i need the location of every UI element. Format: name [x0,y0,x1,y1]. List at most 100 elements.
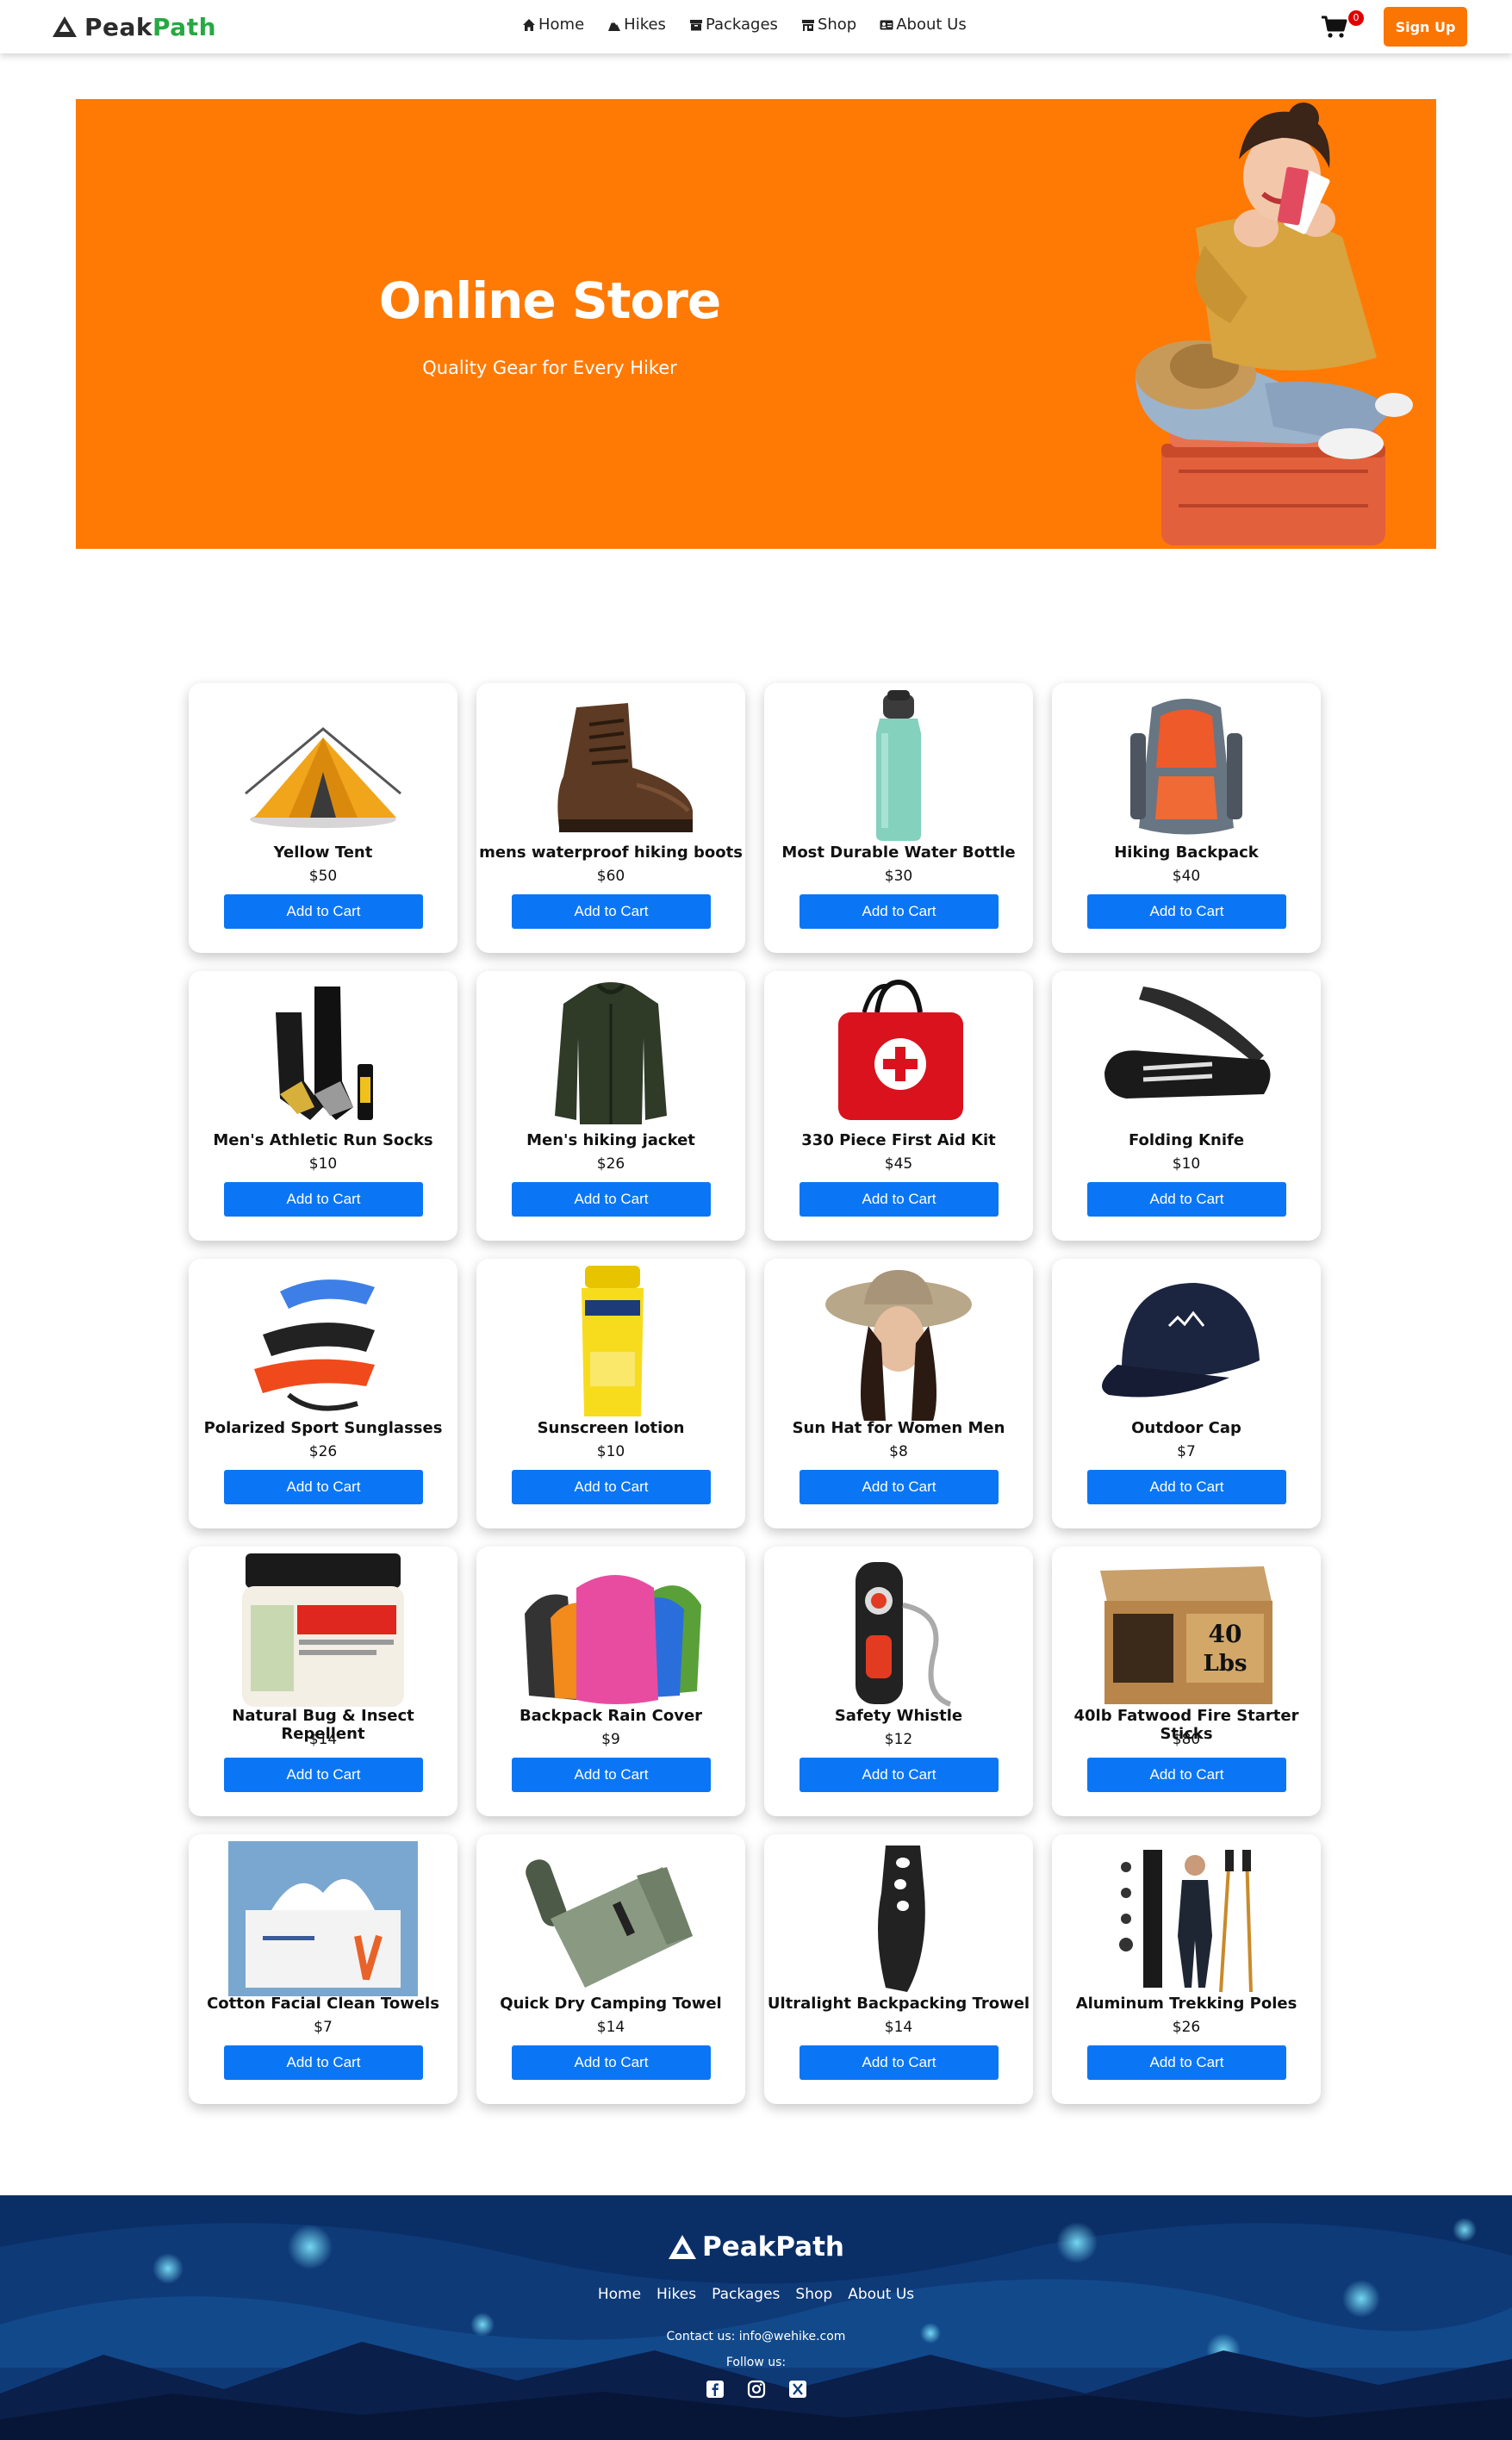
product-price: $7 [314,2019,333,2036]
add-to-cart-button[interactable]: Add to Cart [512,1758,711,1792]
product-price: $50 [308,868,338,885]
add-to-cart-button[interactable]: Add to Cart [1087,1758,1286,1792]
add-to-cart-button[interactable]: Add to Cart [1087,894,1286,929]
product-price: $7 [1177,1443,1196,1460]
product-name: mens waterproof hiking boots [479,843,743,862]
footer-link-about[interactable]: About Us [848,2286,914,2303]
cart-button[interactable]: 0 [1321,10,1364,41]
x-icon[interactable] [788,2380,807,2399]
first-aid-icon [838,979,963,1120]
add-to-cart-button[interactable]: Add to Cart [800,894,999,929]
tissue-box-icon [228,1841,418,1996]
product-name: Hiking Backpack [1114,843,1259,862]
cap-icon [1102,1283,1260,1397]
top-navbar: Peak Path Home Hikes Packages Shop About … [0,0,1512,53]
product-card: Natural Bug & Insect Repellent $14 Add t… [189,1547,457,1816]
product-card: Yellow Tent $50 Add to Cart [189,683,457,953]
store-icon [801,19,814,31]
add-to-cart-button[interactable]: Add to Cart [224,1182,423,1217]
sign-up-button[interactable]: Sign Up [1384,7,1467,47]
footer-link-shop[interactable]: Shop [795,2286,832,2303]
trekking-poles-icon [1119,1850,1253,1993]
product-name: Cotton Facial Clean Towels [207,1995,439,2013]
jacket-icon [555,982,667,1124]
site-footer: PeakPath Home Hikes Packages Shop About … [0,2195,1512,2440]
product-card: Outdoor Cap $7 Add to Cart [1052,1259,1321,1528]
footer-link-home[interactable]: Home [598,2286,641,2303]
product-card: Men's Athletic Run Socks $10 Add to Cart [189,971,457,1241]
product-price: $9 [601,1731,620,1748]
brand-name-second: Path [152,12,217,41]
water-bottle-icon [876,690,921,841]
product-price: $45 [884,1155,913,1173]
brand-logo[interactable]: Peak Path [52,11,216,42]
product-name: Men's Athletic Run Socks [213,1131,433,1149]
repellent-jar-icon [242,1553,404,1707]
archive-icon [689,19,702,30]
product-name: Folding Knife [1128,1131,1245,1149]
rain-cover-icon [525,1575,701,1704]
add-to-cart-button[interactable]: Add to Cart [1087,1470,1286,1504]
footer-link-hikes[interactable]: Hikes [656,2286,696,2303]
add-to-cart-button[interactable]: Add to Cart [512,894,711,929]
nav-about[interactable]: About Us [880,16,967,34]
add-to-cart-button[interactable]: Add to Cart [800,1758,999,1792]
facebook-icon[interactable] [706,2380,725,2399]
sun-hat-icon [825,1270,972,1421]
nav-home[interactable]: Home [522,16,584,34]
product-price: $14 [596,2019,625,2036]
add-to-cart-button[interactable]: Add to Cart [224,1758,423,1792]
add-to-cart-button[interactable]: Add to Cart [1087,1182,1286,1217]
product-name: Quick Dry Camping Towel [500,1995,722,2013]
add-to-cart-button[interactable]: Add to Cart [512,1470,711,1504]
product-name: Sunscreen lotion [537,1419,685,1437]
add-to-cart-button[interactable]: Add to Cart [224,894,423,929]
add-to-cart-button[interactable]: Add to Cart [512,2045,711,2080]
add-to-cart-button[interactable]: Add to Cart [800,2045,999,2080]
add-to-cart-button[interactable]: Add to Cart [224,1470,423,1504]
instagram-icon[interactable] [747,2380,766,2399]
socks-icon [276,987,373,1120]
mountain-logo-icon [53,16,77,37]
add-to-cart-button[interactable]: Add to Cart [800,1470,999,1504]
knife-icon [1104,987,1271,1099]
product-name: 330 Piece First Aid Kit [801,1131,996,1149]
product-card: Men's hiking jacket $26 Add to Cart [476,971,745,1241]
product-name: Men's hiking jacket [526,1131,695,1149]
mountain-logo-icon [669,2235,696,2259]
product-card: Polarized Sport Sunglasses $26 Add to Ca… [189,1259,457,1528]
product-card: mens waterproof hiking boots $60 Add to … [476,683,745,953]
footer-contact: Contact us: info@wehike.com [666,2330,846,2344]
product-name: Most Durable Water Bottle [781,843,1016,862]
add-to-cart-button[interactable]: Add to Cart [512,1182,711,1217]
product-price: $10 [308,1155,338,1173]
product-card: Folding Knife $10 Add to Cart [1052,971,1321,1241]
product-card: Most Durable Water Bottle $30 Add to Car… [764,683,1033,953]
product-card: Aluminum Trekking Poles $26 Add to Cart [1052,1834,1321,2104]
product-price: $10 [1172,1155,1201,1173]
hero-woman-on-suitcase-image [1136,103,1413,545]
nav-packages-label: Packages [705,16,778,34]
nav-hikes-label: Hikes [624,16,666,34]
shopping-cart-icon [1322,16,1347,38]
whistle-icon [856,1562,952,1707]
footer-brand-logo[interactable]: PeakPath [0,2231,1512,2263]
add-to-cart-button[interactable]: Add to Cart [1087,2045,1286,2080]
product-price: $14 [884,2019,913,2036]
product-price: $40 [1172,868,1201,885]
nav-packages[interactable]: Packages [689,16,778,34]
add-to-cart-button[interactable]: Add to Cart [224,2045,423,2080]
nav-hikes[interactable]: Hikes [607,16,666,34]
product-price: $12 [884,1731,913,1748]
product-price: $26 [596,1155,625,1173]
add-to-cart-button[interactable]: Add to Cart [800,1182,999,1217]
product-name: Safety Whistle [834,1707,963,1725]
hero-title: Online Store [378,271,721,330]
nav-shop[interactable]: Shop [801,16,856,34]
product-price: $30 [884,868,913,885]
product-name: Polarized Sport Sunglasses [203,1419,443,1437]
product-name: Ultralight Backpacking Trowel [767,1995,1030,2013]
boot-icon [557,703,693,832]
footer-link-packages[interactable]: Packages [712,2286,780,2303]
product-price: $14 [308,1731,338,1748]
